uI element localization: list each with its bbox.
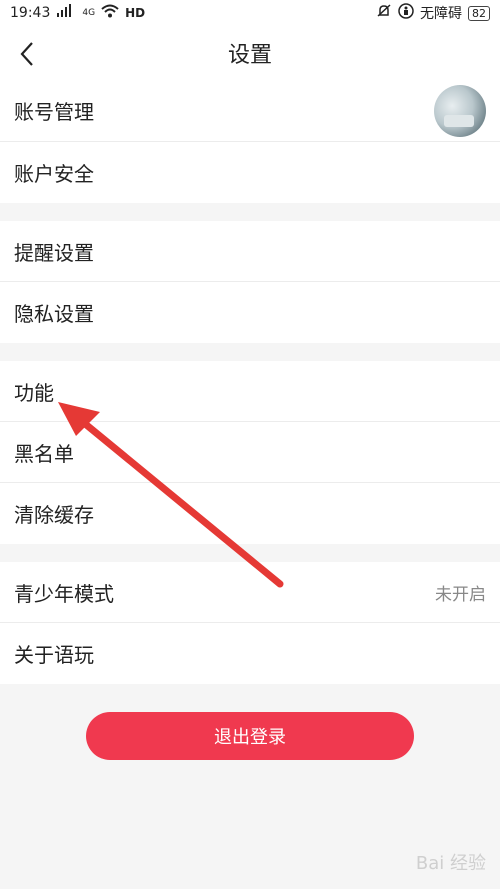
back-arrow-icon[interactable] — [14, 39, 44, 69]
account-security-item[interactable]: 账户安全 — [0, 142, 500, 203]
reminder-settings-label: 提醒设置 — [14, 240, 94, 265]
status-left: 19:43 4G HD — [10, 4, 145, 22]
about-label: 关于语玩 — [14, 643, 94, 667]
teen-mode-status: 未开启 — [435, 584, 486, 605]
section-divider — [0, 343, 500, 361]
nav-bar: 设置 — [0, 26, 500, 80]
network-label: 4G — [82, 8, 96, 18]
bell-off-icon — [376, 3, 392, 23]
settings-group-account: 账号管理 账户安全 — [0, 80, 500, 203]
avatar — [434, 84, 486, 137]
section-divider — [0, 203, 500, 221]
blacklist-label: 黑名单 — [14, 441, 74, 466]
status-right: 无障碍 82 — [376, 3, 490, 23]
teen-mode-item[interactable]: 青少年模式 未开启 — [0, 562, 500, 623]
settings-group-about: 青少年模式 未开启 关于语玩 — [0, 562, 500, 684]
account-management-item[interactable]: 账号管理 — [0, 80, 500, 142]
battery-indicator: 82 — [468, 5, 490, 21]
page-title: 设置 — [227, 43, 272, 68]
signal-icon — [56, 4, 76, 22]
clear-cache-label: 清除缓存 — [14, 503, 94, 527]
reminder-settings-item[interactable]: 提醒设置 — [0, 221, 500, 282]
features-label: 功能 — [14, 380, 54, 405]
teen-mode-label: 青少年模式 — [14, 581, 114, 606]
clear-cache-item[interactable]: 清除缓存 — [0, 483, 500, 544]
blacklist-item[interactable]: 黑名单 — [0, 422, 500, 483]
privacy-settings-label: 隐私设置 — [14, 302, 94, 326]
features-item[interactable]: 功能 — [0, 361, 500, 422]
hd-label: HD — [125, 6, 146, 20]
logout-container: 退出登录 — [0, 712, 500, 760]
about-item[interactable]: 关于语玩 — [0, 623, 500, 684]
account-management-label: 账号管理 — [14, 100, 94, 124]
settings-group-features: 功能 黑名单 清除缓存 — [0, 361, 500, 544]
settings-group-notify: 提醒设置 隐私设置 — [0, 221, 500, 343]
status-time: 19:43 — [10, 5, 51, 21]
no-disturb-label: 无障碍 — [420, 6, 462, 22]
privacy-settings-item[interactable]: 隐私设置 — [0, 282, 500, 343]
section-divider — [0, 544, 500, 562]
watermark: Bai 经验 — [415, 853, 486, 874]
accessibility-icon — [398, 3, 414, 23]
status-bar: 19:43 4G HD 无障碍 82 — [0, 0, 500, 26]
account-security-label: 账户安全 — [14, 162, 94, 186]
wifi-icon — [101, 4, 119, 22]
logout-button[interactable]: 退出登录 — [86, 712, 414, 760]
